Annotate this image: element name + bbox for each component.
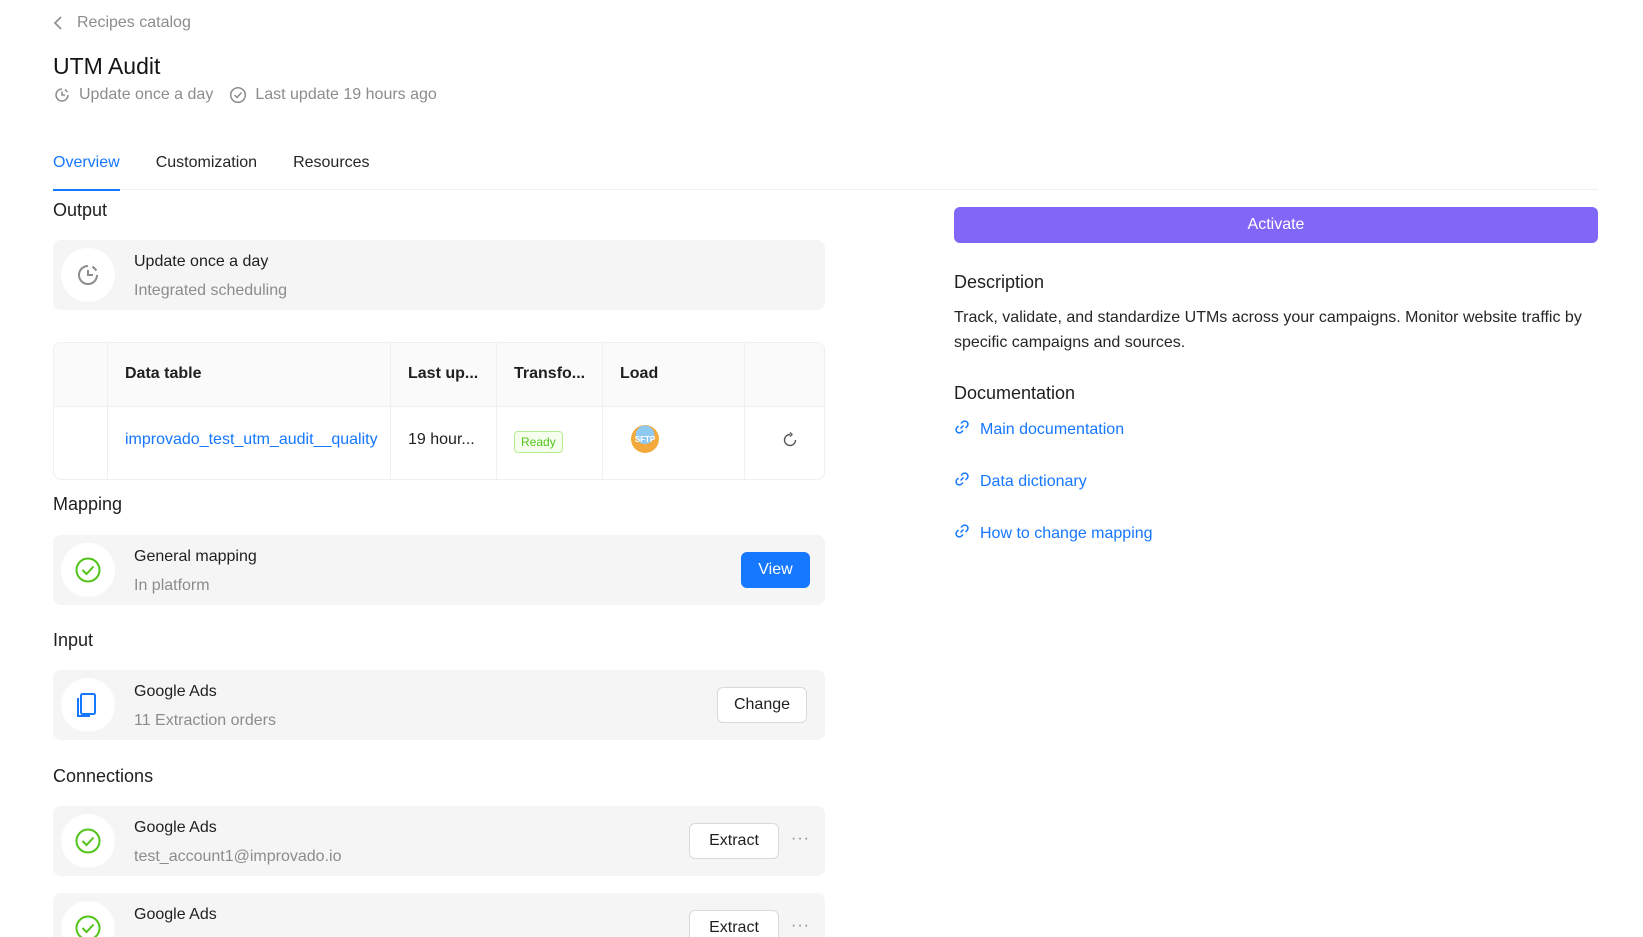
column-divider xyxy=(744,343,745,479)
back-link[interactable]: Recipes catalog xyxy=(53,13,191,33)
sftp-icon-label: SFTP xyxy=(634,434,656,444)
connection-account: test_account1@improvado.io xyxy=(134,848,342,865)
activate-button[interactable]: Activate xyxy=(954,207,1598,243)
connection-card: Google Ads test_account1@improvado.io Ex… xyxy=(53,806,825,876)
column-header-transform: Transfo... xyxy=(514,365,586,382)
column-divider xyxy=(496,343,497,479)
input-name: Google Ads xyxy=(134,683,217,700)
schedule-icon xyxy=(53,86,71,104)
output-schedule-title: Update once a day xyxy=(134,253,269,270)
tab-bar: Overview Customization Resources xyxy=(53,150,1598,191)
description-title: Description xyxy=(954,272,1045,292)
link-icon xyxy=(954,523,970,544)
output-schedule-card: Update once a day Integrated scheduling xyxy=(53,240,825,310)
doc-link-label: How to change mapping xyxy=(980,524,1153,542)
schedule-label: Update once a day xyxy=(79,86,214,103)
doc-link-dictionary[interactable]: Data dictionary xyxy=(954,471,1087,492)
mapping-name: General mapping xyxy=(134,548,257,565)
view-mapping-button[interactable]: View xyxy=(741,552,810,588)
connections-section-title: Connections xyxy=(53,766,154,786)
check-circle-icon xyxy=(61,543,115,597)
connection-card: Google Ads Extract ··· xyxy=(53,893,825,937)
back-link-label: Recipes catalog xyxy=(77,14,191,31)
column-divider xyxy=(107,343,108,479)
data-table: Data table Last up... Transfo... Load im… xyxy=(53,342,825,480)
column-divider xyxy=(390,343,391,479)
column-header-load: Load xyxy=(620,365,659,382)
check-circle-icon xyxy=(229,86,247,104)
doc-link-change-mapping[interactable]: How to change mapping xyxy=(954,523,1153,544)
description-text: Track, validate, and standardize UTMs ac… xyxy=(954,309,1582,351)
table-row-last-update: 19 hour... xyxy=(408,431,475,448)
more-options-icon[interactable]: ··· xyxy=(791,830,810,848)
column-header-data-table: Data table xyxy=(125,365,202,382)
status-badge: Ready xyxy=(514,431,563,453)
last-update-label: Last update 19 hours ago xyxy=(255,86,437,103)
input-sub: 11 Extraction orders xyxy=(134,712,276,729)
mapping-section-title: Mapping xyxy=(53,494,123,514)
page-title: UTM Audit xyxy=(53,53,161,79)
output-schedule-sub: Integrated scheduling xyxy=(134,282,287,299)
extract-button[interactable]: Extract xyxy=(689,823,779,859)
check-circle-icon xyxy=(61,814,115,868)
check-circle-icon xyxy=(61,901,115,937)
documentation-title: Documentation xyxy=(954,383,1076,403)
change-input-button[interactable]: Change xyxy=(717,687,807,723)
column-header-last-update: Last up... xyxy=(408,365,479,382)
link-icon xyxy=(954,471,970,492)
tab-customization[interactable]: Customization xyxy=(156,150,257,190)
doc-link-label: Data dictionary xyxy=(980,472,1087,490)
column-divider xyxy=(602,343,603,479)
mapping-card: General mapping In platform View xyxy=(53,535,825,605)
extract-button[interactable]: Extract xyxy=(689,910,779,937)
doc-link-label: Main documentation xyxy=(980,420,1125,438)
sftp-icon: SFTP xyxy=(631,425,659,453)
tab-resources[interactable]: Resources xyxy=(293,150,369,190)
input-section-title: Input xyxy=(53,630,94,650)
table-row-data-table-link[interactable]: improvado_test_utm_audit__quality xyxy=(125,431,378,449)
link-icon xyxy=(954,419,970,440)
schedule-icon xyxy=(61,248,115,302)
refresh-icon[interactable] xyxy=(781,431,799,454)
mapping-sub: In platform xyxy=(134,577,210,594)
connection-name: Google Ads xyxy=(134,819,217,836)
input-card: Google Ads 11 Extraction orders Change xyxy=(53,670,825,740)
more-options-icon[interactable]: ··· xyxy=(791,917,810,935)
header-meta: Update once a day Last update 19 hours a… xyxy=(53,86,453,104)
google-ads-icon xyxy=(61,678,115,732)
tab-overview[interactable]: Overview xyxy=(53,150,120,191)
chevron-left-icon xyxy=(53,13,67,33)
output-section-title: Output xyxy=(53,200,108,220)
doc-link-main[interactable]: Main documentation xyxy=(954,419,1124,440)
connection-name: Google Ads xyxy=(134,906,217,923)
